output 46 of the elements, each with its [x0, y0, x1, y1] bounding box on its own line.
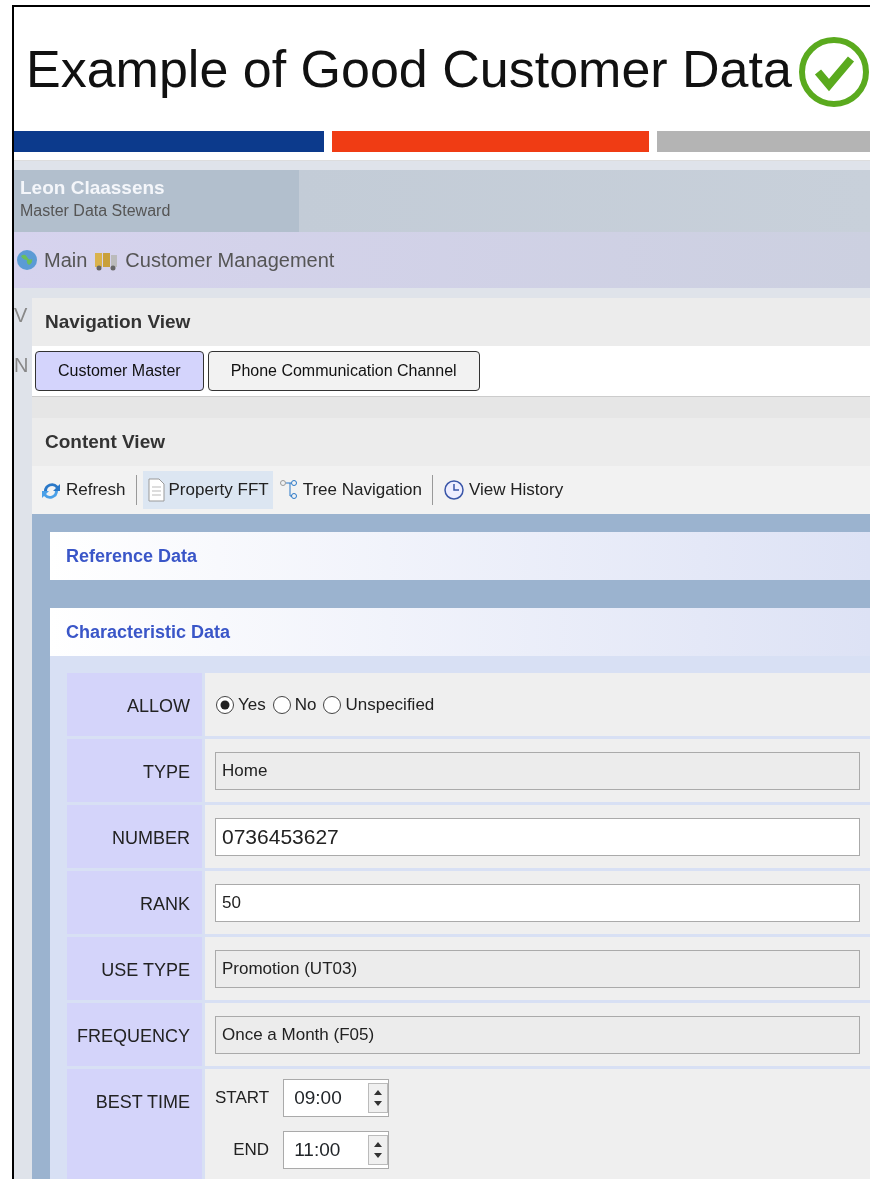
time-spinner[interactable]: 11:00: [283, 1131, 390, 1169]
select-field[interactable]: Once a Month (F05): [215, 1015, 860, 1054]
field-label: RANK: [67, 871, 202, 934]
field-label: NUMBER: [67, 805, 202, 868]
spin-arrows-icon: [368, 1083, 389, 1113]
radio-option[interactable]: Yes: [215, 691, 266, 718]
toolbar-button[interactable]: Tree Navigation: [274, 471, 427, 509]
partial-label: V: [14, 303, 29, 328]
radio-option[interactable]: Unspecified: [322, 691, 435, 718]
globe-icon: [16, 249, 38, 271]
breadcrumb-link[interactable]: Main: [44, 245, 88, 275]
panel-header: Content View: [32, 418, 870, 466]
select-field[interactable]: Promotion (UT03): [215, 949, 860, 988]
tab[interactable]: Customer Master: [35, 351, 204, 391]
check-circle-icon: [797, 36, 870, 108]
select-field[interactable]: Home: [215, 751, 860, 790]
user-role: Master Data Steward: [20, 201, 172, 221]
document-icon: [146, 478, 165, 502]
user-name: Leon Claassens: [20, 176, 166, 200]
time-spinner[interactable]: 09:00: [283, 1079, 390, 1117]
toolbar-button[interactable]: View History: [439, 471, 568, 509]
input-field[interactable]: 50: [215, 883, 860, 922]
input-field[interactable]: 0736453627: [215, 817, 860, 856]
field-label: TYPE: [67, 739, 202, 802]
field-label: ALLOW: [67, 673, 202, 736]
section-header[interactable]: Reference Data: [50, 532, 870, 580]
partial-label: N: [14, 353, 30, 378]
toolbar-button[interactable]: Refresh: [36, 471, 130, 509]
field-label: USE TYPE: [67, 937, 202, 1000]
breadcrumb-link[interactable]: Customer Management: [125, 245, 335, 275]
section-header[interactable]: Characteristic Data: [50, 608, 870, 656]
radio-option[interactable]: No: [271, 691, 317, 718]
field-label: FREQUENCY: [67, 1003, 202, 1066]
panel-header: Navigation View: [32, 298, 870, 346]
toolbar-button[interactable]: Property FFT: [142, 471, 273, 509]
spin-arrows-icon: [368, 1135, 389, 1165]
radio-icon[interactable]: [215, 694, 235, 715]
radio-icon[interactable]: [271, 694, 292, 715]
radio-icon[interactable]: [322, 694, 343, 715]
slide-title: Example of Good Customer Data: [26, 39, 792, 100]
time-label: END: [233, 1139, 270, 1162]
tree-icon: [278, 479, 299, 501]
tab[interactable]: Phone Communication Channel: [207, 351, 480, 391]
time-label: START: [215, 1087, 270, 1110]
field-label: BEST TIME: [67, 1069, 202, 1179]
clock-icon: [443, 479, 466, 501]
